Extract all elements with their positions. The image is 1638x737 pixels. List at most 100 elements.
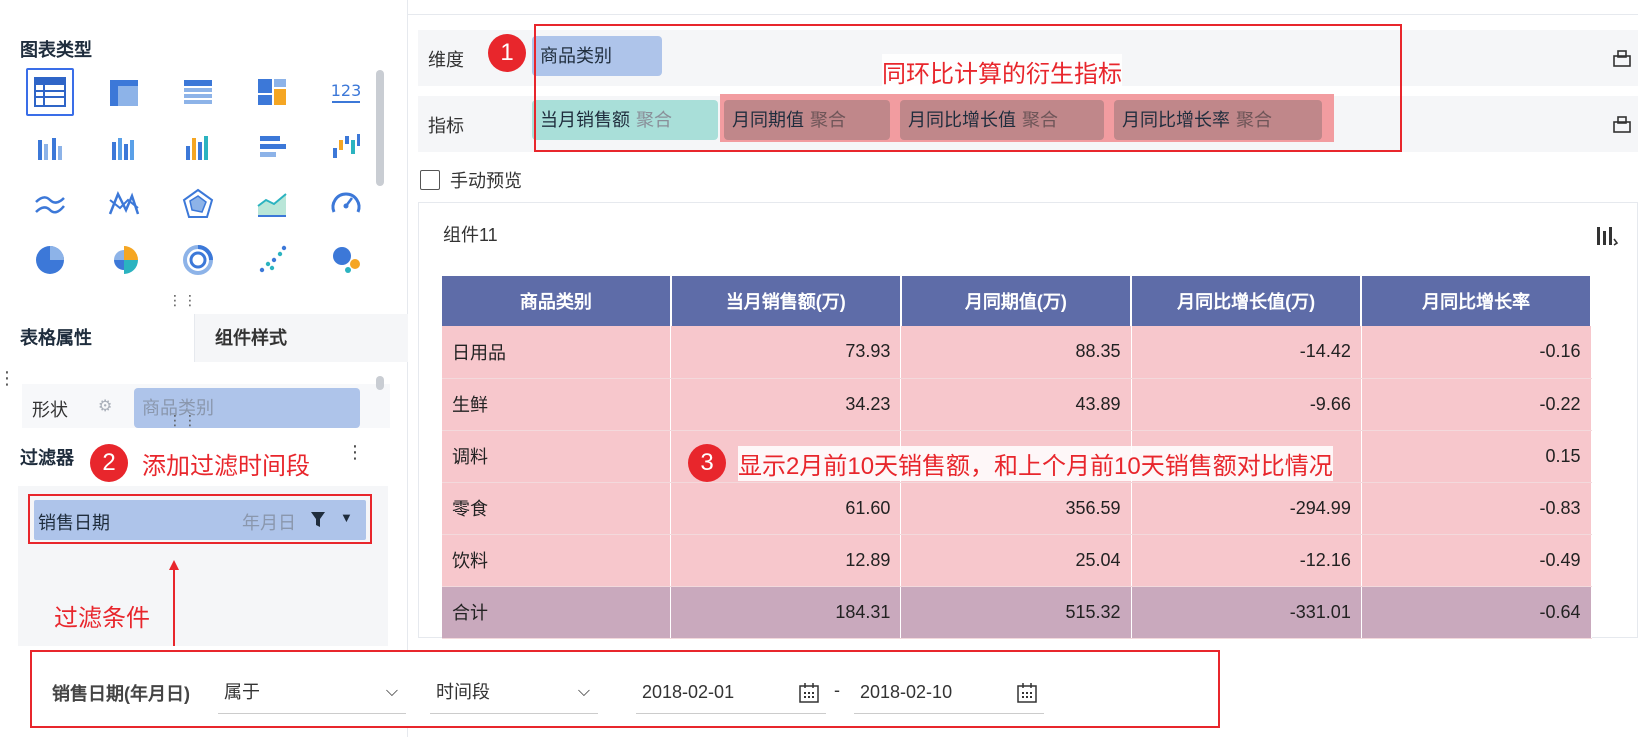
- rose-pie-icon[interactable]: [100, 236, 148, 284]
- scatter-icon[interactable]: [248, 236, 296, 284]
- manual-preview[interactable]: 手动预览: [420, 168, 522, 192]
- funnel-icon[interactable]: [310, 511, 326, 529]
- chevron-down-icon: ⌵: [385, 683, 398, 700]
- shape-label: 形状: [32, 400, 68, 420]
- gauge-icon[interactable]: [322, 180, 370, 228]
- tab-component-style[interactable]: 组件样式: [194, 314, 408, 362]
- pie-icon[interactable]: [26, 236, 74, 284]
- filter-condition-note: 过滤条件: [54, 605, 150, 632]
- table-cell: -0.83: [1361, 482, 1592, 535]
- table-cell: 0.15: [1361, 430, 1592, 483]
- radar-icon[interactable]: [174, 180, 222, 228]
- table-total-row: 合计 184.31 515.32 -331.01 -0.64: [442, 586, 1592, 639]
- table-cell: 生鲜: [442, 378, 672, 431]
- table-cell: -0.49: [1361, 534, 1592, 587]
- resize-handle[interactable]: ⋮⋮: [168, 293, 198, 307]
- dimension-label: 维度: [428, 50, 464, 70]
- annotation-text-3: 显示2月前10天销售额，和上个月前10天销售额对比情况: [738, 446, 1333, 481]
- gear-icon[interactable]: ⚙: [98, 396, 112, 416]
- dimension-settings-icon[interactable]: [1612, 48, 1632, 68]
- shape-scrollbar[interactable]: [376, 376, 384, 390]
- grouped-bar-icon[interactable]: [26, 124, 74, 172]
- caret-down-icon[interactable]: ▼: [340, 510, 353, 525]
- stacked-bar-icon[interactable]: [100, 124, 148, 172]
- table-row: 零食 61.60 356.59 -294.99 -0.83: [442, 482, 1592, 535]
- line-icon[interactable]: [26, 180, 74, 228]
- table-cell: 25.04: [900, 534, 1132, 587]
- table-row: 饮料 12.89 25.04 -12.16 -0.49: [442, 534, 1592, 587]
- table-cell: 515.32: [900, 586, 1132, 639]
- table-cell: 合计: [442, 586, 672, 639]
- table-cell: 饮料: [442, 534, 672, 587]
- top-divider: [408, 14, 1638, 15]
- start-date-input[interactable]: 2018-02-01: [636, 670, 826, 714]
- table-header-cell[interactable]: 月同比增长值(万): [1131, 276, 1363, 326]
- grouped-table-icon[interactable]: [100, 68, 148, 116]
- filter-granularity[interactable]: 年月日: [242, 509, 296, 535]
- chart-grid-scrollbar[interactable]: [376, 70, 384, 186]
- ring-icon[interactable]: [174, 236, 222, 284]
- table-cell: 88.35: [900, 326, 1132, 379]
- calendar-icon[interactable]: [1016, 682, 1038, 704]
- table-cell: -14.42: [1131, 326, 1362, 379]
- annotation-text-2: 添加过滤时间段: [142, 446, 310, 481]
- more-options-icon[interactable]: ⋮: [346, 442, 364, 463]
- horizontal-bar-icon[interactable]: [248, 124, 296, 172]
- date-separator: -: [834, 680, 840, 700]
- calendar-icon[interactable]: [798, 682, 820, 704]
- drag-handle[interactable]: ⋮: [0, 369, 17, 387]
- chart-type-title: 图表类型: [20, 40, 92, 60]
- area-icon[interactable]: [248, 180, 296, 228]
- table-cell: 34.23: [670, 378, 902, 431]
- table-cell: 日用品: [442, 326, 672, 379]
- treemap-icon[interactable]: [248, 68, 296, 116]
- table-cell: 43.89: [900, 378, 1132, 431]
- metric-settings-icon[interactable]: [1612, 114, 1632, 134]
- table-cell: -0.16: [1361, 326, 1592, 379]
- table-cell: 调料: [442, 430, 672, 483]
- table-cell: 零食: [442, 482, 672, 535]
- table-icon[interactable]: [26, 68, 74, 116]
- table-row: 生鲜 34.23 43.89 -9.66 -0.22: [442, 378, 1592, 431]
- operator-select[interactable]: 属于 ⌵: [218, 670, 406, 714]
- filter-condition-panel: 销售日期(年月日) 属于 ⌵ 时间段 ⌵ 2018-02-01 - 2018-0…: [30, 650, 1220, 728]
- left-panel: 图表类型 123 ⋮⋮ 表格属性 组件样式 ⋮ 形状 ⚙ 商品类别 ⋮⋮ 过滤器…: [0, 0, 408, 737]
- annotation-badge-1: 1: [488, 34, 526, 72]
- waterfall-icon[interactable]: [322, 124, 370, 172]
- end-date-input[interactable]: 2018-02-10: [854, 670, 1044, 714]
- filter-condition-field: 销售日期(年月日): [52, 684, 190, 704]
- widget-title: 组件11: [443, 225, 498, 245]
- tab-table-properties[interactable]: 表格属性: [0, 314, 194, 362]
- resize-handle-2[interactable]: ⋮⋮: [168, 413, 198, 427]
- table-cell: -0.64: [1361, 586, 1592, 639]
- radar-line-icon[interactable]: [100, 180, 148, 228]
- annotation-badge-3: 3: [688, 444, 726, 482]
- manual-preview-checkbox[interactable]: [420, 170, 440, 190]
- table-cell: 12.89: [670, 534, 902, 587]
- shape-row: 形状 ⚙ 商品类别: [22, 384, 390, 428]
- table-cell: -331.01: [1131, 586, 1362, 639]
- filter-field-name: 销售日期: [38, 513, 110, 533]
- annotation-text-1: 同环比计算的衍生指标: [882, 54, 1122, 89]
- table-cell: -9.66: [1131, 378, 1362, 431]
- manual-preview-label: 手动预览: [450, 171, 522, 191]
- table-row: 日用品 73.93 88.35 -14.42 -0.16: [442, 326, 1592, 379]
- detail-table-icon[interactable]: [174, 68, 222, 116]
- table-header-cell[interactable]: 月同比增长率: [1361, 276, 1592, 326]
- table-header-cell[interactable]: 月同期值(万): [900, 276, 1133, 326]
- table-cell: -12.16: [1131, 534, 1362, 587]
- arrow-up-icon: [169, 560, 179, 646]
- table-header-cell[interactable]: 商品类别: [442, 276, 672, 326]
- table-cell: -294.99: [1131, 482, 1362, 535]
- svg-text:123: 123: [331, 81, 362, 100]
- number-card-icon[interactable]: 123: [322, 68, 370, 116]
- bubble-icon[interactable]: [322, 236, 370, 284]
- chart-switch-icon[interactable]: [1595, 225, 1619, 247]
- filter-field-pill[interactable]: 销售日期 年月日 ▼: [34, 500, 366, 540]
- filter-field-highlight: 销售日期 年月日 ▼: [28, 494, 372, 544]
- multi-bar-icon[interactable]: [174, 124, 222, 172]
- type-select[interactable]: 时间段 ⌵: [430, 670, 598, 714]
- table-header-row: 商品类别 当月销售额(万) 月同期值(万) 月同比增长值(万) 月同比增长率: [442, 276, 1592, 326]
- table-header-cell[interactable]: 当月销售额(万): [670, 276, 902, 326]
- property-tabs: 表格属性 组件样式: [0, 314, 408, 362]
